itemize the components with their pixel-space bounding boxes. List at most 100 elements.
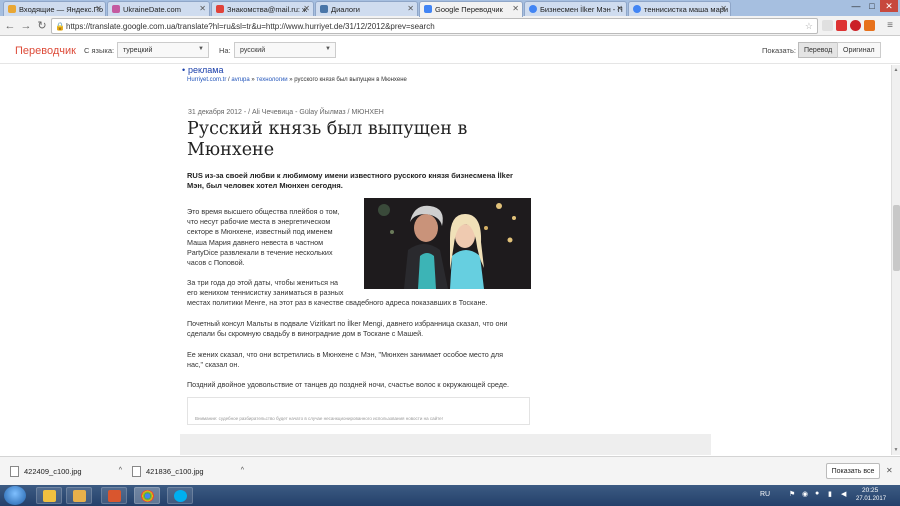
download-item[interactable]: 421836_c100.jpg ^ [128,461,246,483]
download-item[interactable]: 422409_c100.jpg ^ [6,461,124,483]
breadcrumb-separator: / [226,77,230,83]
text-line: PartyDice развлекали в течение нескольки… [187,247,333,257]
extension-icon[interactable] [836,20,847,31]
from-language-value: турецкий [123,47,153,54]
close-icon[interactable]: ✕ [95,4,102,13]
extension-icon[interactable] [864,20,875,31]
breadcrumb-current: русского князя был выпущен в Мюнхене [294,77,407,83]
back-icon[interactable]: ← [3,19,17,33]
close-icon[interactable]: ✕ [199,4,206,13]
text-line: секторе в Мюнхене, известный под именем [187,227,333,237]
text-line: часов с Поповой. [187,258,245,268]
tab-yandex-mail[interactable]: Входящие — Яндекс.По ✕ [3,1,106,16]
windows-taskbar: RU ⚑ ◉ ● ▮ ◀ 20:25 27.01.2017 [0,485,900,506]
maximize-button[interactable]: □ [864,0,880,12]
translate-logo[interactable]: Переводчик [15,45,76,57]
close-window-button[interactable]: ✕ [880,0,898,12]
taskbar-app-library[interactable] [66,487,92,504]
text-line: его женихом теннисистку заниматься в раз… [187,288,344,298]
article-headline: Русский князь был выпущен в Мюнхене [187,119,468,160]
text-line: За три года до этой даты, чтобы жениться… [187,278,339,287]
breadcrumb-section[interactable]: avrupa [231,77,249,83]
forward-icon[interactable]: → [19,19,33,33]
breadcrumb: Hurriyet.com.tr / avrupa » технологии » … [187,77,407,83]
text-line: сделали бы скромную свадьбу в виноградни… [187,329,424,339]
close-icon[interactable]: ✕ [512,4,519,13]
yandex-mail-icon [8,5,16,13]
network-icon[interactable]: ▮ [828,490,832,498]
from-language-select[interactable]: турецкий ▼ [117,42,209,58]
ad-link[interactable]: • реклама [182,65,224,75]
tab-label: UkraineDate.com [123,5,181,14]
text-line: что несут рабочие места в энергетическом [187,217,331,227]
chevron-up-icon[interactable]: ^ [119,467,122,474]
taskbar-app-media[interactable] [101,487,127,504]
translate-header: Переводчик С языка: турецкий ▼ На: русск… [0,37,900,64]
chrome-tray-icon[interactable]: ◉ [802,490,808,498]
tab-ukrainedate[interactable]: UkraineDate.com ✕ [107,1,210,16]
tab-dialogs[interactable]: Диалоги ✕ [315,1,418,16]
translation-toggle[interactable]: Перевод [798,42,839,58]
scroll-down-icon[interactable]: ▼ [892,446,900,454]
paragraph-1: Это время высшего общества плейбоя о том… [187,207,359,268]
address-bar[interactable]: 🔒 https://translate.google.com.ua/transl… [51,18,818,34]
pinterest-icon[interactable] [850,20,861,31]
tab-google-search-1[interactable]: Бизнесмен İlker Мэн - П ✕ [524,1,627,16]
taskbar-app-chrome[interactable] [134,487,160,504]
tab-google-search-2[interactable]: теннисистка маша мари ✕ [628,1,731,16]
to-language-select[interactable]: русский ▼ [234,42,336,58]
clock-time[interactable]: 20:25 [862,487,878,494]
original-toggle[interactable]: Оригинал [837,42,881,58]
language-indicator[interactable]: RU [760,491,770,498]
chevron-down-icon: ▼ [325,46,331,52]
clock-date[interactable]: 27.01.2017 [856,496,886,502]
chevron-up-icon[interactable]: ^ [241,467,244,474]
menu-icon[interactable]: ≡ [883,19,897,33]
media-player-icon [108,490,121,502]
close-icon[interactable]: ✕ [720,4,727,13]
close-icon[interactable]: ✕ [303,4,310,13]
text-line: нас," сказал он. [187,360,240,370]
couple-photo-icon [364,198,531,289]
copyright-notice: Внимание: судебное разбирательство будет… [187,397,530,425]
tab-strip: Входящие — Яндекс.По ✕ UkraineDate.com ✕… [0,0,900,17]
extension-icon[interactable] [822,20,833,31]
google-icon [529,5,537,13]
scroll-thumb[interactable] [893,205,900,271]
close-icon[interactable]: ✕ [407,4,414,13]
browser-toolbar: ← → ↻ 🔒 https://translate.google.com.ua/… [0,16,900,36]
vk-icon [320,5,328,13]
tray-app-icon[interactable]: ● [815,490,819,497]
show-all-downloads-button[interactable]: Показать все [826,463,880,479]
breadcrumb-site[interactable]: Hurriyet.com.tr [187,77,226,83]
tab-google-translate[interactable]: Google Переводчик ✕ [419,1,523,17]
tab-label: Входящие — Яндекс.По [19,5,104,14]
text-line: Почетный консул Мальты в подвале Vizitka… [187,319,508,328]
tab-mailru-dating[interactable]: Знакомства@mail.ru: ж ✕ [211,1,314,16]
bullet-icon: • [182,65,186,75]
page-scrollbar[interactable]: ▲ ▼ [891,65,900,455]
folder-icon [43,490,56,502]
article-photo [364,198,531,289]
start-button[interactable] [4,486,26,505]
taskbar-app-explorer[interactable] [36,487,62,504]
minimize-button[interactable]: — [848,0,864,12]
article-page: • реклама Hurriyet.com.tr / avrupa » тех… [0,65,891,455]
chrome-icon [141,490,154,502]
paragraph-4: Ее жених сказал, что они встретились в М… [187,350,532,370]
reload-icon[interactable]: ↻ [35,19,49,33]
google-translate-icon [424,5,432,13]
footer-block [180,434,711,455]
text-line: Ее жених сказал, что они встретились в М… [187,350,503,359]
star-icon[interactable]: ☆ [805,21,813,32]
breadcrumb-subsection[interactable]: технологии [256,77,287,83]
library-icon [73,490,86,502]
volume-icon[interactable]: ◀ [841,490,846,498]
scroll-up-icon[interactable]: ▲ [892,66,900,74]
flag-icon[interactable]: ⚑ [789,490,795,498]
lock-icon: 🔒 [55,22,65,31]
url-text: https://translate.google.com.ua/translat… [66,22,435,31]
close-icon[interactable]: ✕ [886,466,893,475]
taskbar-app-skype[interactable] [167,487,193,504]
close-icon[interactable]: ✕ [616,4,623,13]
